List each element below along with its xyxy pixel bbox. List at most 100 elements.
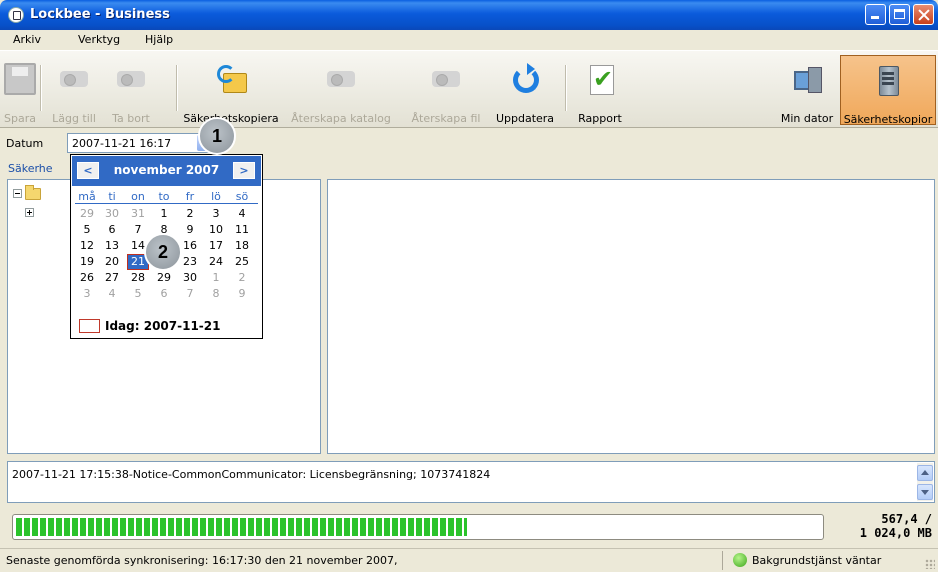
calendar-day[interactable]: 9 [231,286,253,302]
add-label: Lägg till [52,112,96,125]
my-computer-label: Min dator [780,112,834,125]
menu-bar: Arkiv Verktyg Hjälp [0,30,938,50]
restore-catalog-button[interactable]: Återskapa katalog [282,55,400,125]
menu-hjalp[interactable]: Hjälp [145,33,173,46]
storage-usage: 567,4 / 1 024,0 MB [832,512,932,540]
datum-label: Datum [6,137,44,150]
remove-button[interactable]: Ta bort [106,55,156,125]
calendar-day[interactable]: 19 [76,254,98,270]
calendar-day[interactable]: 3 [205,206,227,222]
report-check-icon [584,63,616,95]
calendar-day[interactable]: 28 [127,270,149,286]
calendar-day[interactable]: 27 [101,270,123,286]
today-link[interactable]: Idag: 2007-11-21 [105,319,220,333]
calendar-day[interactable]: 24 [205,254,227,270]
maximize-button[interactable] [889,4,910,25]
storage-progress-bar [12,514,824,540]
window-title: Lockbee - Business [30,7,170,22]
title-bar[interactable]: Lockbee - Business [0,0,938,30]
calendar-day[interactable]: 12 [76,238,98,254]
menu-arkiv[interactable]: Arkiv [13,33,41,46]
calendar-day[interactable]: 17 [205,238,227,254]
backups-button[interactable]: Säkerhetskopior [840,55,936,126]
calendar-dow: ti [108,190,116,203]
calendar-day[interactable]: 6 [153,286,175,302]
backup-folder-icon [215,63,247,95]
close-button[interactable] [913,4,934,25]
refresh-icon [509,63,541,95]
add-button[interactable]: Lägg till [44,55,104,125]
calendar-day[interactable]: 6 [101,222,123,238]
restore-catalog-label: Återskapa katalog [291,112,391,125]
calendar-day[interactable]: 20 [101,254,123,270]
collapse-icon[interactable] [13,189,22,198]
calendar-day[interactable]: 10 [205,222,227,238]
calendar-dow: to [158,190,170,203]
calendar-day[interactable]: 31 [127,206,149,222]
calendar-day[interactable]: 8 [205,286,227,302]
calendar-day[interactable]: 25 [231,254,253,270]
calendar-day[interactable]: 23 [179,254,201,270]
remove-label: Ta bort [112,112,150,125]
menu-verktyg[interactable]: Verktyg [78,33,120,46]
calendar-dow: on [131,190,145,203]
save-button[interactable]: Spara [2,55,38,125]
calendar-day[interactable]: 3 [76,286,98,302]
next-month-button[interactable]: > [233,162,255,179]
calendar-day[interactable]: 18 [231,238,253,254]
calendar-day[interactable]: 13 [101,238,123,254]
add-device-icon [58,63,90,95]
restore-file-button[interactable]: Återskapa fil [406,55,486,125]
backup-button[interactable]: Säkerhetskopiera [181,55,281,125]
report-button[interactable]: Rapport [570,55,630,125]
callout-2: 2 [144,233,182,271]
report-label: Rapport [578,112,622,125]
calendar-day[interactable]: 2 [231,270,253,286]
calendar-header: < november 2007 > [72,156,261,186]
calendar-day[interactable]: 1 [153,206,175,222]
prev-month-button[interactable]: < [77,162,99,179]
calendar-day[interactable]: 2 [179,206,201,222]
lock-icon [8,7,24,23]
calendar-day[interactable]: 11 [231,222,253,238]
calendar-day[interactable]: 1 [205,270,227,286]
calendar-day[interactable]: 30 [101,206,123,222]
file-list-pane[interactable] [327,179,935,454]
status-separator [722,551,723,570]
minimize-button[interactable] [865,4,886,25]
calendar-day[interactable]: 30 [179,270,201,286]
server-icon [872,64,904,96]
calendar-day[interactable]: 5 [127,286,149,302]
calendar-day[interactable]: 26 [76,270,98,286]
update-label: Uppdatera [495,112,555,125]
scroll-up-icon[interactable] [917,465,933,481]
date-picker[interactable]: 2007-11-21 16:17 [67,133,215,153]
calendar-day[interactable]: 16 [179,238,201,254]
log-box[interactable]: 2007-11-21 17:15:38-Notice-CommonCommuni… [7,461,935,503]
save-label: Spara [4,112,36,125]
toolbar-separator [40,65,42,111]
calendar-day[interactable]: 29 [153,270,175,286]
sync-status: Senaste genomförda synkronisering: 16:17… [6,554,398,567]
calendar-day[interactable]: 4 [101,286,123,302]
calendar-day[interactable]: 5 [76,222,98,238]
resize-grip-icon[interactable] [925,559,935,569]
today-marker [79,319,100,333]
update-button[interactable]: Uppdatera [488,55,562,125]
tab-backups[interactable]: Säkerhe [8,162,53,175]
scroll-down-icon[interactable] [917,484,933,500]
calendar-day[interactable]: 7 [179,286,201,302]
log-scrollbar[interactable] [917,463,933,501]
backups-label: Säkerhetskopior [843,113,933,126]
calendar-day[interactable]: 4 [231,206,253,222]
expand-icon[interactable] [25,208,34,217]
my-computer-button[interactable]: Min dator [776,55,838,125]
calendar-day[interactable]: 7 [127,222,149,238]
calendar-day[interactable]: 29 [76,206,98,222]
calendar-day[interactable]: 9 [179,222,201,238]
remove-device-icon [115,63,147,95]
application-window: Lockbee - Business Arkiv Verktyg Hjälp S… [0,0,938,572]
toolbar: Spara Lägg till Ta bort Säkerhetskopiera… [0,50,938,128]
status-light-icon [733,553,747,567]
calendar-dow: sö [235,190,249,203]
